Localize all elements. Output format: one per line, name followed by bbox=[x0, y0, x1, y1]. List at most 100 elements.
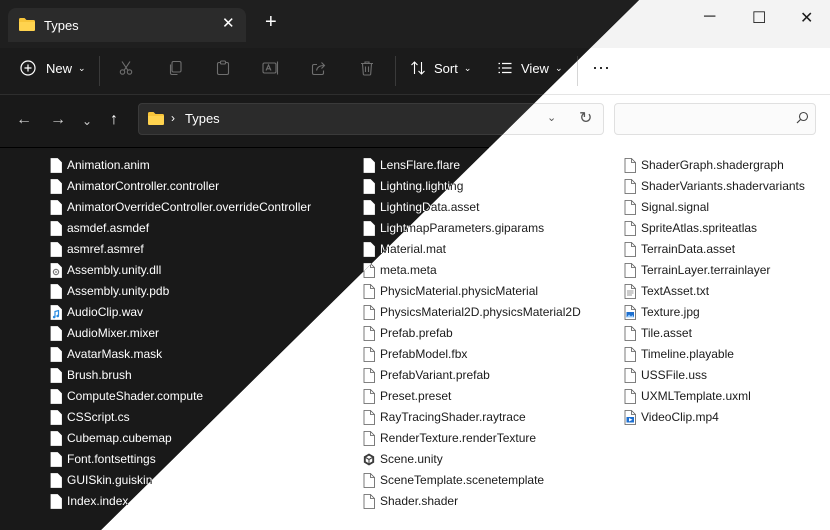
file-item[interactable]: Timeline.playable bbox=[624, 344, 734, 365]
cut-button[interactable] bbox=[118, 48, 134, 88]
maximize-button[interactable]: ☐ bbox=[752, 8, 766, 28]
file-item[interactable]: TerrainData.asset bbox=[624, 239, 735, 260]
file-item[interactable]: PrefabModel.fbx bbox=[363, 344, 467, 365]
text-file-icon bbox=[624, 284, 636, 299]
file-name: TerrainLayer.terrainlayer bbox=[641, 263, 771, 277]
file-icon bbox=[363, 368, 375, 383]
file-name: LensFlare.flare bbox=[380, 158, 461, 172]
copy-icon bbox=[169, 60, 182, 76]
file-item[interactable]: CSScript.cs bbox=[50, 407, 130, 428]
file-item[interactable]: AudioMixer.mixer bbox=[50, 323, 159, 344]
sort-icon bbox=[411, 61, 425, 75]
file-icon bbox=[624, 368, 636, 383]
delete-icon bbox=[361, 61, 373, 76]
file-item[interactable]: Prefab.prefab bbox=[363, 323, 453, 344]
file-icon bbox=[363, 389, 375, 404]
breadcrumb-types[interactable]: Types bbox=[185, 111, 220, 126]
folder-icon bbox=[18, 17, 36, 37]
file-item[interactable]: AudioClip.wav bbox=[50, 302, 143, 323]
file-item[interactable]: Tile.asset bbox=[624, 323, 692, 344]
file-item[interactable]: PrefabVariant.prefab bbox=[363, 365, 490, 386]
file-item[interactable]: asmref.asmref bbox=[50, 239, 144, 260]
file-item[interactable]: ComputeShader.compute bbox=[50, 386, 203, 407]
file-item[interactable]: ShaderVariants.shadervariants bbox=[624, 176, 805, 197]
file-item[interactable]: ShaderGraph.shadergraph bbox=[624, 155, 784, 176]
tab-types[interactable]: Types ✕ bbox=[8, 8, 246, 42]
file-icon bbox=[363, 221, 375, 236]
address-dropdown-icon[interactable]: ⌄ bbox=[547, 111, 556, 124]
new-tab-button[interactable]: + bbox=[265, 12, 277, 32]
file-name: Signal.signal bbox=[641, 200, 710, 214]
file-name: AnimatorOverrideController.overrideContr… bbox=[67, 200, 312, 214]
file-item[interactable]: UXMLTemplate.uxml bbox=[624, 386, 751, 407]
breadcrumb-chevron-icon: › bbox=[171, 111, 175, 125]
refresh-icon[interactable]: ↻ bbox=[579, 108, 592, 128]
file-item[interactable]: Index.index bbox=[50, 491, 128, 512]
file-item[interactable]: meta.meta bbox=[363, 260, 437, 281]
more-options-button[interactable]: ⋯ bbox=[592, 48, 610, 88]
search-icon bbox=[796, 111, 809, 129]
delete-button[interactable] bbox=[359, 48, 375, 88]
file-explorer-window: Types ✕ + ─ ☐ ✕ New ⌄ Sort ⌄ bbox=[0, 0, 830, 530]
file-item[interactable]: Assembly.unity.dll bbox=[50, 260, 161, 281]
minimize-button[interactable]: ─ bbox=[704, 8, 715, 26]
rename-button[interactable] bbox=[262, 48, 280, 88]
file-item[interactable]: PhysicMaterial.physicMaterial bbox=[363, 281, 538, 302]
file-item[interactable]: AnimatorController.controller bbox=[50, 176, 219, 197]
file-item[interactable]: RenderTexture.renderTexture bbox=[363, 428, 536, 449]
search-input[interactable] bbox=[614, 103, 816, 135]
file-item[interactable]: Assembly.unity.pdb bbox=[50, 281, 169, 302]
new-label: New bbox=[46, 60, 73, 76]
file-item[interactable]: RayTracingShader.raytrace bbox=[363, 407, 526, 428]
file-item[interactable]: PhysicsMaterial2D.physicsMaterial2D bbox=[363, 302, 581, 323]
view-button[interactable]: View ⌄ bbox=[497, 48, 563, 88]
back-arrow-icon[interactable]: ← bbox=[16, 111, 32, 129]
recent-locations-chevron-icon[interactable]: ⌄ bbox=[82, 114, 92, 128]
file-item[interactable]: Animation.anim bbox=[50, 155, 150, 176]
new-button[interactable]: New ⌄ bbox=[20, 48, 86, 88]
file-name: TerrainData.asset bbox=[641, 242, 736, 256]
toolbar-divider bbox=[395, 56, 396, 86]
file-name: UXMLTemplate.uxml bbox=[641, 389, 751, 403]
copy-button[interactable] bbox=[167, 48, 183, 88]
file-icon bbox=[363, 347, 375, 362]
close-tab-icon[interactable]: ✕ bbox=[222, 14, 235, 32]
file-item[interactable]: VideoClip.mp4 bbox=[624, 407, 719, 428]
file-name: Assembly.unity.pdb bbox=[67, 284, 170, 298]
paste-button[interactable] bbox=[215, 48, 231, 88]
file-item[interactable]: Cubemap.cubemap bbox=[50, 428, 172, 449]
file-icon bbox=[363, 179, 375, 194]
file-icon bbox=[50, 473, 62, 488]
file-name: Font.fontsettings bbox=[67, 452, 156, 466]
file-item[interactable]: Brush.brush bbox=[50, 365, 132, 386]
audio-file-icon bbox=[50, 305, 62, 320]
file-item[interactable]: Signal.signal bbox=[624, 197, 709, 218]
file-item[interactable]: AnimatorOverrideController.overrideContr… bbox=[50, 197, 311, 218]
file-icon bbox=[363, 242, 375, 257]
share-button[interactable] bbox=[311, 48, 327, 88]
file-name: USSFile.uss bbox=[641, 368, 708, 382]
up-arrow-icon[interactable]: ↑ bbox=[110, 111, 118, 129]
file-item[interactable]: LensFlare.flare bbox=[363, 155, 460, 176]
file-item[interactable]: Shader.shader bbox=[363, 491, 458, 512]
file-name: asmdef.asmdef bbox=[67, 221, 150, 235]
file-item[interactable]: SceneTemplate.scenetemplate bbox=[363, 470, 544, 491]
file-item[interactable]: Texture.jpg bbox=[624, 302, 700, 323]
file-item[interactable]: Preset.preset bbox=[363, 386, 451, 407]
file-item[interactable]: Scene.unity bbox=[363, 449, 443, 470]
view-icon bbox=[498, 62, 512, 74]
file-item[interactable]: asmdef.asmdef bbox=[50, 218, 149, 239]
file-item[interactable]: GUISkin.guiskin bbox=[50, 470, 152, 491]
file-item[interactable]: USSFile.uss bbox=[624, 365, 707, 386]
file-item[interactable]: TextAsset.txt bbox=[624, 281, 709, 302]
file-item[interactable]: TerrainLayer.terrainlayer bbox=[624, 260, 770, 281]
file-item[interactable]: SpriteAtlas.spriteatlas bbox=[624, 218, 757, 239]
close-window-button[interactable]: ✕ bbox=[800, 8, 813, 28]
sort-button[interactable]: Sort ⌄ bbox=[410, 48, 471, 88]
file-icon bbox=[363, 326, 375, 341]
file-name: Shader.shader bbox=[380, 494, 459, 508]
file-item[interactable]: Font.fontsettings bbox=[50, 449, 156, 470]
file-icon bbox=[363, 410, 375, 425]
file-item[interactable]: AvatarMask.mask bbox=[50, 344, 162, 365]
forward-arrow-icon[interactable]: → bbox=[50, 111, 66, 129]
